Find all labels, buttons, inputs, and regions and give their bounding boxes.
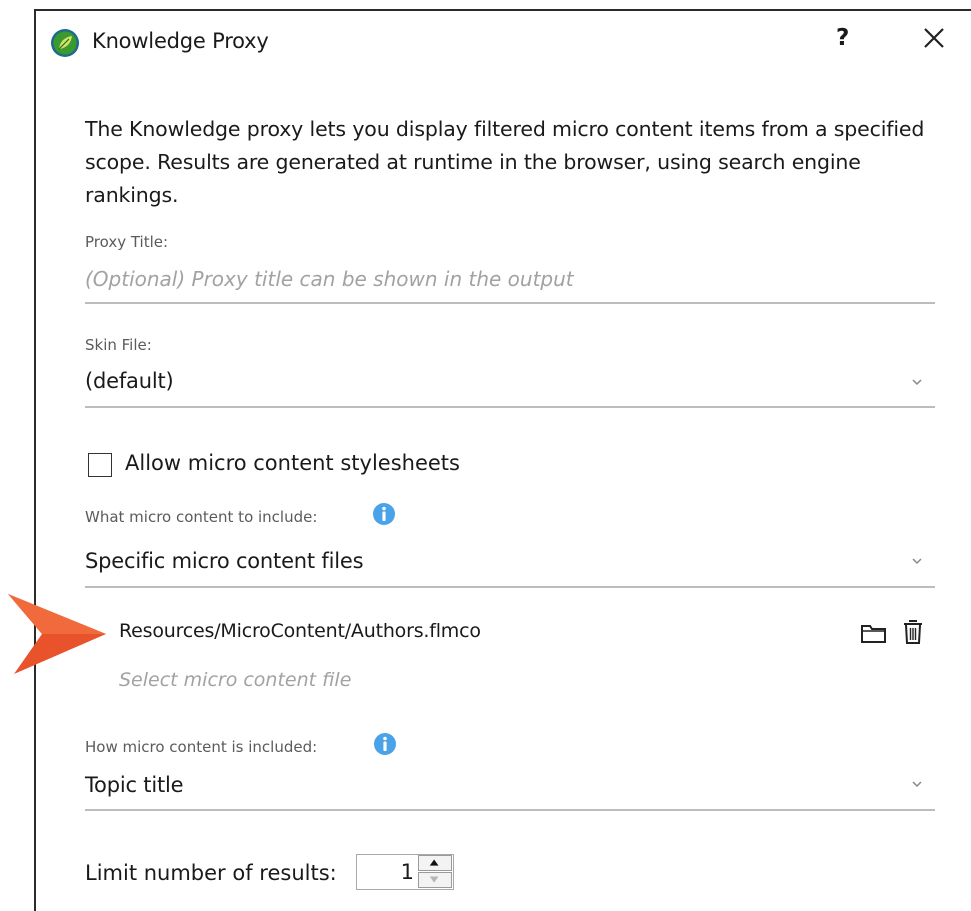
close-icon[interactable] xyxy=(921,25,947,51)
proxy-title-input[interactable]: (Optional) Proxy title can be shown in t… xyxy=(85,267,574,291)
info-icon[interactable] xyxy=(373,732,397,756)
limit-label: Limit number of results: xyxy=(85,861,337,885)
skin-file-label: Skin File: xyxy=(85,336,152,354)
chevron-down-icon[interactable] xyxy=(910,377,924,387)
spin-down-button[interactable] xyxy=(418,872,452,888)
proxy-title-underline xyxy=(85,302,935,304)
chevron-down-icon[interactable] xyxy=(910,779,924,789)
skin-file-underline xyxy=(85,406,935,408)
knowledge-proxy-dialog: Knowledge Proxy ? The Knowledge proxy le… xyxy=(34,9,971,911)
intro-text: The Knowledge proxy lets you display fil… xyxy=(85,117,925,207)
folder-icon[interactable] xyxy=(860,621,888,645)
chevron-down-icon[interactable] xyxy=(910,556,924,566)
skin-file-select[interactable]: (default) xyxy=(85,369,174,393)
what-to-include-select[interactable]: Specific micro content files xyxy=(85,549,364,573)
micro-content-file-item[interactable]: Resources/MicroContent/Authors.flmco xyxy=(119,620,481,642)
how-included-underline xyxy=(85,809,935,811)
select-file-link[interactable]: Select micro content file xyxy=(119,669,351,691)
how-included-label: How micro content is included: xyxy=(85,738,318,756)
limit-value[interactable]: 1 xyxy=(356,860,414,884)
help-button[interactable]: ? xyxy=(836,25,849,51)
spin-up-button[interactable] xyxy=(418,855,452,871)
limit-stepper[interactable]: 1 xyxy=(356,854,454,890)
how-included-select[interactable]: Topic title xyxy=(85,773,184,797)
pointer-arrow-icon xyxy=(8,594,106,674)
spin-up-icon xyxy=(429,859,439,866)
app-logo-icon xyxy=(51,29,79,57)
proxy-title-label: Proxy Title: xyxy=(85,233,169,251)
info-icon[interactable] xyxy=(372,502,396,526)
what-to-include-underline xyxy=(85,586,935,588)
trash-icon[interactable] xyxy=(901,618,925,646)
spin-down-icon xyxy=(429,876,439,883)
stylesheets-checkbox-label[interactable]: Allow micro content stylesheets xyxy=(125,451,460,475)
stylesheets-checkbox[interactable] xyxy=(88,453,112,477)
what-to-include-label: What micro content to include: xyxy=(85,508,318,526)
dialog-title: Knowledge Proxy xyxy=(92,29,269,53)
